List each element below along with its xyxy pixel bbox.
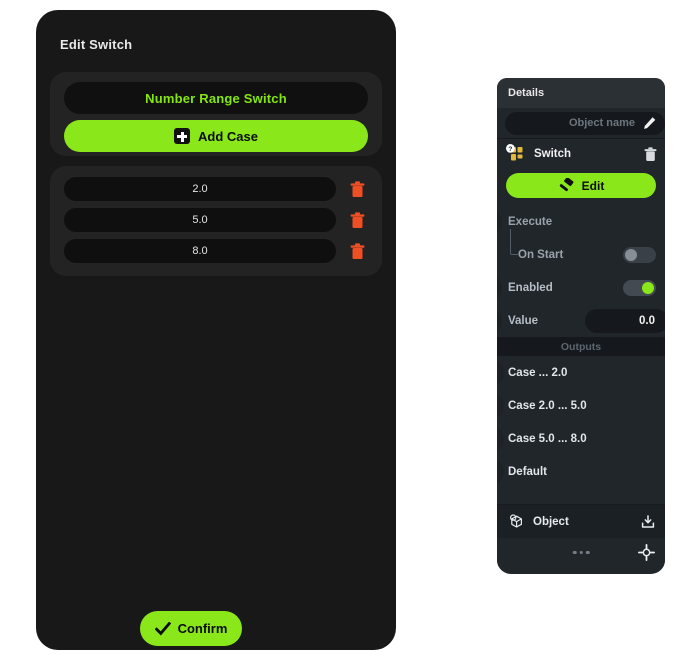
case-value-text: 5.0 (192, 214, 208, 226)
svg-text:?: ? (508, 146, 512, 153)
edit-switch-dialog: Edit Switch Number Range Switch Add Case… (36, 10, 396, 650)
object-label: Object (533, 515, 569, 528)
insert-icon[interactable] (640, 514, 656, 530)
cases-list: 2.0 5.0 8.0 (50, 166, 382, 276)
on-start-label: On Start (518, 248, 564, 261)
toggle-knob (625, 248, 637, 261)
delete-case-button[interactable] (342, 177, 372, 201)
case-value-input[interactable]: 5.0 (64, 208, 336, 232)
confirm-button[interactable]: Confirm (140, 611, 242, 646)
input-port-icon[interactable] (497, 274, 502, 301)
object-row[interactable]: Object (497, 504, 665, 538)
trash-icon (350, 242, 364, 259)
case-value-text: 2.0 (192, 183, 208, 195)
output-port-icon[interactable] (497, 425, 504, 452)
switch-name-field[interactable]: Number Range Switch (64, 82, 368, 114)
edit-button-container: Edit (497, 169, 665, 205)
output-row: Case ... 2.0 (497, 356, 665, 389)
panel-footer (497, 538, 665, 567)
crosshair-icon[interactable] (638, 544, 655, 561)
execute-label: Execute (508, 215, 553, 228)
object-name-placeholder: Object name (568, 117, 635, 129)
outputs-section-header: Outputs (497, 337, 665, 356)
output-port-icon[interactable] (497, 359, 504, 386)
dialog-title: Edit Switch (60, 37, 133, 52)
output-label: Case 2.0 ... 5.0 (508, 399, 587, 412)
add-case-label: Add Case (198, 128, 258, 144)
output-label: Case 5.0 ... 8.0 (508, 432, 587, 445)
trash-icon (350, 180, 364, 197)
trash-icon (350, 211, 364, 228)
input-port-icon[interactable] (497, 307, 502, 334)
details-title: Details (508, 87, 545, 99)
cube-icon (509, 514, 522, 528)
case-value-input[interactable]: 8.0 (64, 239, 336, 263)
output-row: Case 2.0 ... 5.0 (497, 389, 665, 422)
plus-icon (174, 128, 191, 144)
pencil-icon[interactable] (642, 116, 657, 131)
value-text: 0.0 (639, 314, 655, 327)
switch-name-text: Number Range Switch (145, 90, 287, 106)
node-name: Switch (534, 148, 572, 160)
outputs-label: Outputs (560, 340, 602, 353)
case-row: 2.0 (64, 177, 372, 201)
switch-config-card: Number Range Switch Add Case (50, 72, 382, 156)
output-row: Default (497, 455, 665, 488)
execute-row: Execute (497, 205, 665, 238)
edit-button[interactable]: Edit (506, 173, 656, 198)
object-name-row: Object name (497, 108, 665, 138)
value-label: Value (508, 314, 539, 327)
screen: Edit Switch Number Range Switch Add Case… (0, 0, 700, 660)
node-header-row: ? Switch (497, 139, 665, 169)
add-case-button[interactable]: Add Case (64, 120, 368, 152)
output-port-icon[interactable] (497, 458, 504, 485)
enabled-toggle[interactable] (623, 279, 656, 296)
puzzle-piece-icon: ? (506, 144, 523, 161)
details-panel: Details Object name ? Switch Edit Execut… (497, 78, 665, 574)
on-start-toggle[interactable] (623, 246, 656, 263)
enabled-label: Enabled (508, 281, 553, 294)
trash-icon[interactable] (644, 146, 657, 162)
output-label: Case ... 2.0 (508, 366, 568, 379)
enabled-row: Enabled (497, 271, 665, 304)
ellipsis-icon[interactable] (572, 550, 590, 555)
spacer (497, 488, 665, 504)
on-start-row: On Start (497, 229, 665, 271)
case-row: 8.0 (64, 239, 372, 263)
hammer-icon (559, 177, 574, 191)
edit-button-label: Edit (581, 178, 605, 193)
confirm-label: Confirm (177, 621, 228, 636)
case-row: 5.0 (64, 208, 372, 232)
toggle-knob (642, 281, 654, 294)
delete-case-button[interactable] (342, 208, 372, 232)
case-value-text: 8.0 (192, 245, 208, 257)
output-port-icon[interactable] (497, 392, 504, 419)
tree-branch-line (510, 229, 518, 255)
object-name-input[interactable]: Object name (505, 111, 665, 135)
input-port-icon[interactable] (497, 208, 502, 235)
check-icon (154, 621, 171, 635)
delete-case-button[interactable] (342, 239, 372, 263)
case-value-input[interactable]: 2.0 (64, 177, 336, 201)
output-row: Case 5.0 ... 8.0 (497, 422, 665, 455)
details-header: Details (497, 78, 665, 108)
value-input[interactable]: 0.0 (585, 308, 665, 333)
value-row: Value 0.0 (497, 304, 665, 337)
output-label: Default (508, 465, 547, 478)
